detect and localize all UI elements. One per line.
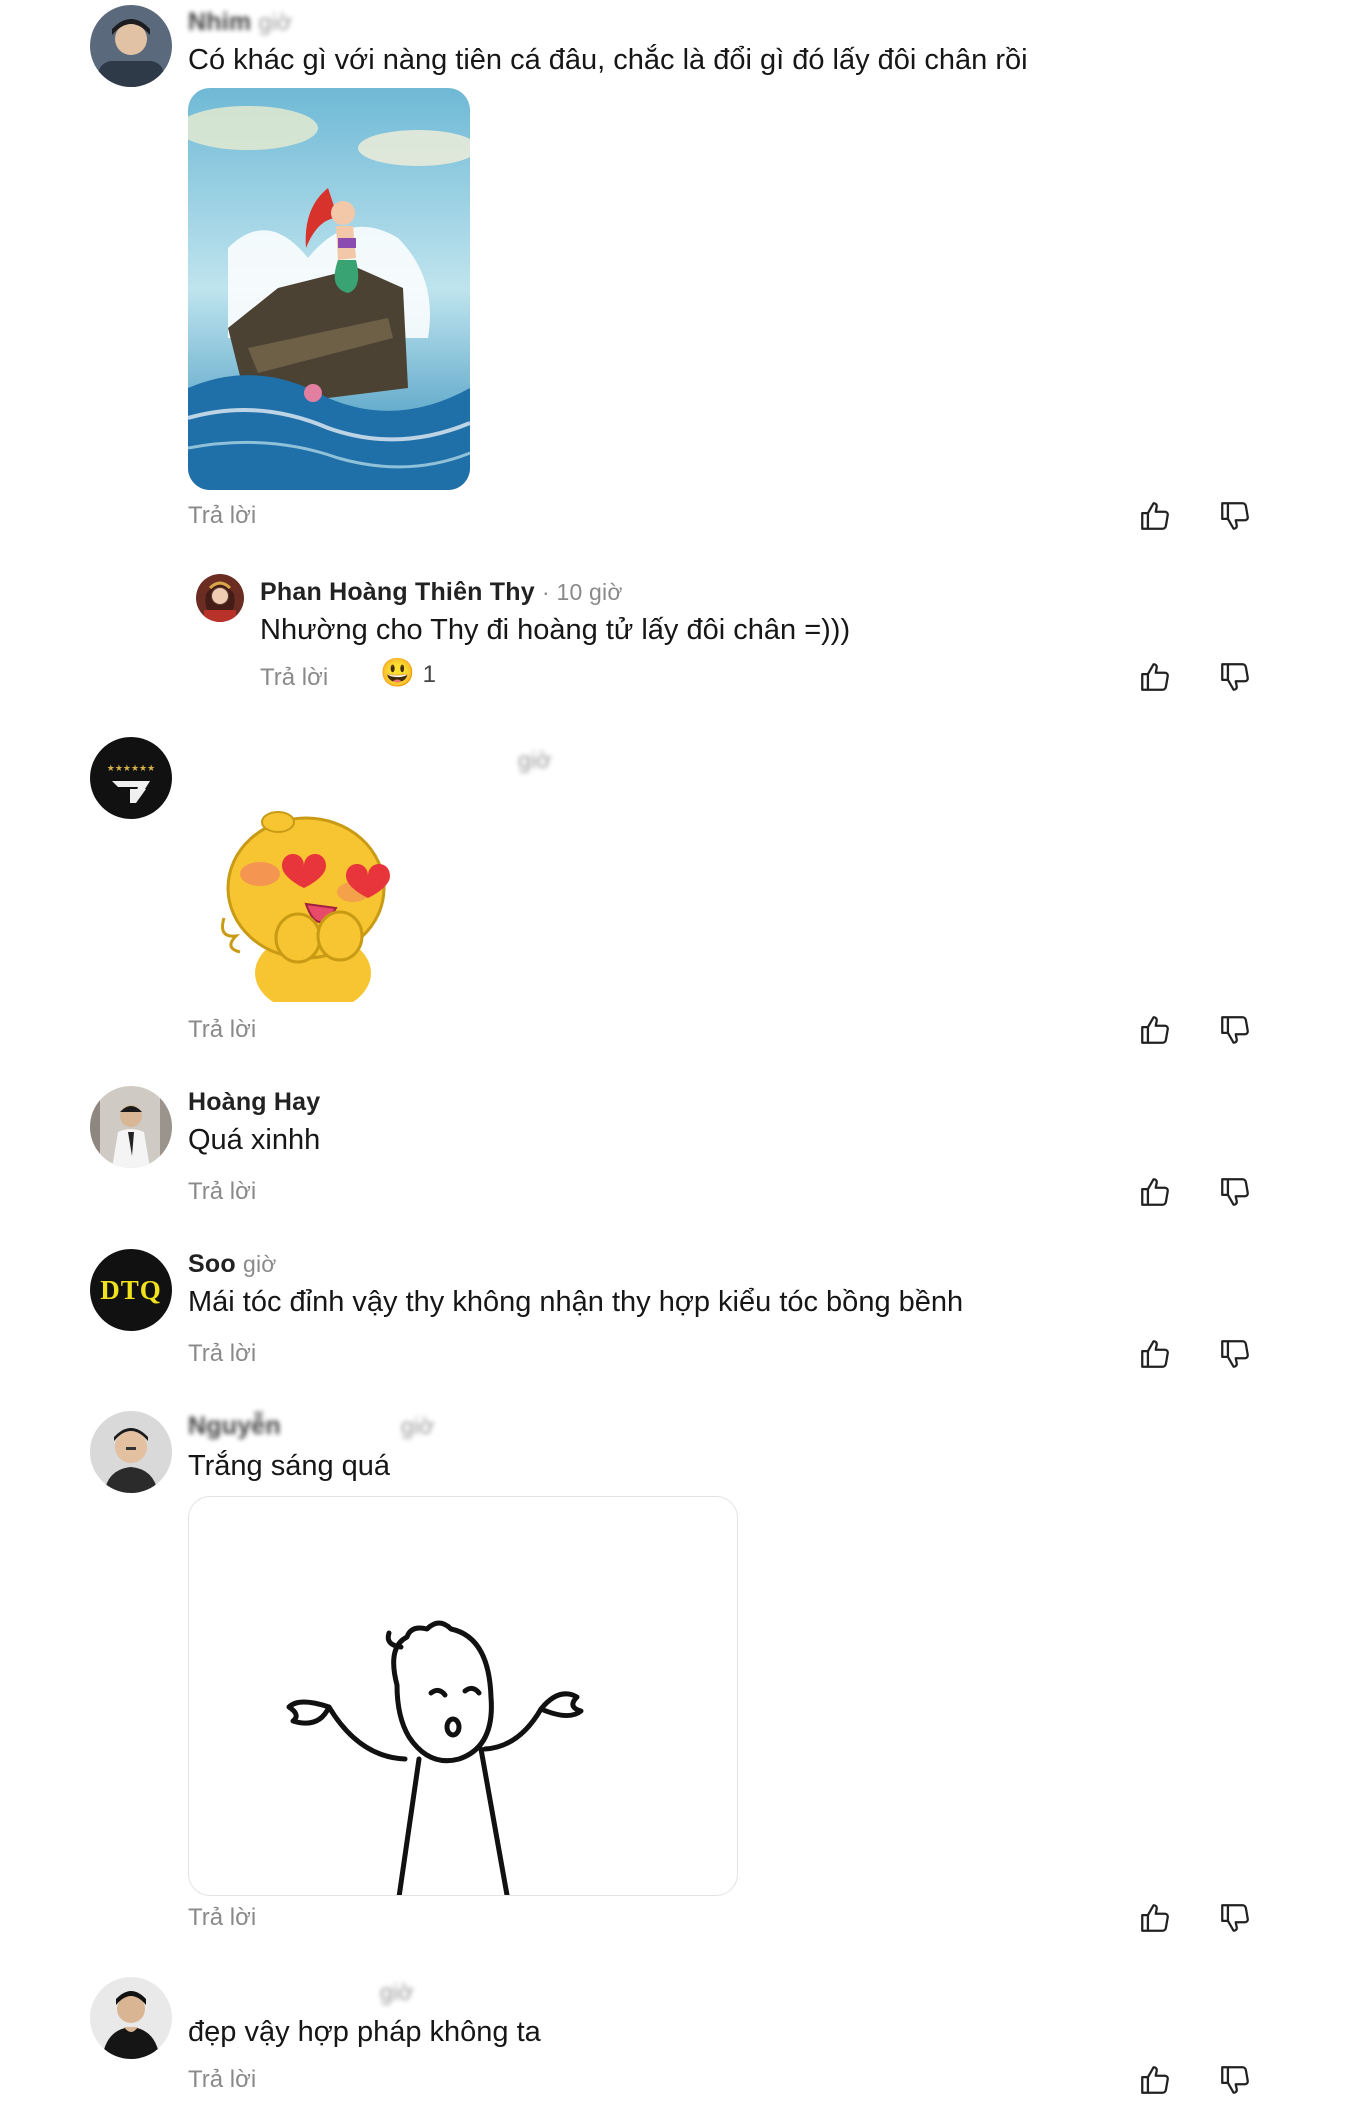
thumbs-up-icon[interactable] bbox=[1138, 1013, 1172, 1047]
comment-author[interactable]: Nhim giờ bbox=[188, 8, 292, 37]
reaction-count: 1 bbox=[422, 661, 437, 688]
comment-text: Có khác gì với nàng tiên cá đâu, chắc là… bbox=[188, 44, 1028, 76]
sticker[interactable] bbox=[188, 1496, 738, 1896]
comment-time: giờ bbox=[242, 1251, 277, 1277]
avatar[interactable]: ★★★★★★ bbox=[90, 737, 172, 819]
comment-author[interactable]: Hoàng Hay bbox=[188, 1088, 320, 1117]
avatar[interactable] bbox=[90, 5, 172, 87]
thumbs-down-icon[interactable] bbox=[1218, 660, 1252, 694]
thumbs-down-icon[interactable] bbox=[1218, 1337, 1252, 1371]
thumbs-down-icon[interactable] bbox=[1218, 1901, 1252, 1935]
reply-button[interactable]: Trả lời bbox=[188, 1016, 256, 1044]
reaction-emoji: 😃 bbox=[380, 657, 415, 688]
reply-button[interactable]: Trả lời bbox=[260, 664, 328, 692]
comment-time: giờ bbox=[258, 9, 293, 35]
comment-time: · 10 giờ bbox=[542, 579, 623, 605]
comment-text: đẹp vậy hợp pháp không ta bbox=[188, 2016, 541, 2048]
comment-author[interactable]: Phan Hoàng Thiên Thy · 10 giờ bbox=[260, 578, 623, 607]
comment-text: Quá xinhh bbox=[188, 1124, 321, 1156]
thumbs-down-icon[interactable] bbox=[1218, 499, 1252, 533]
thumbs-up-icon[interactable] bbox=[1138, 2063, 1172, 2097]
reply-button[interactable]: Trả lời bbox=[188, 1904, 256, 1932]
reply-button[interactable]: Trả lời bbox=[188, 1340, 256, 1368]
thumbs-up-icon[interactable] bbox=[1138, 660, 1172, 694]
sticker[interactable] bbox=[218, 808, 402, 1002]
avatar[interactable] bbox=[90, 1086, 172, 1168]
reply-button[interactable]: Trả lời bbox=[188, 502, 256, 530]
avatar[interactable] bbox=[90, 1977, 172, 2059]
comment-author[interactable]: Soo giờ bbox=[188, 1250, 277, 1279]
thumbs-down-icon[interactable] bbox=[1218, 1175, 1252, 1209]
thumbs-down-icon[interactable] bbox=[1218, 2063, 1252, 2097]
comment-text: Nhường cho Thy đi hoàng tử lấy đôi chân … bbox=[260, 614, 851, 646]
thumbs-up-icon[interactable] bbox=[1138, 1337, 1172, 1371]
reply-button[interactable]: Trả lời bbox=[188, 2066, 256, 2094]
reaction-badge[interactable]: 😃 1 bbox=[380, 656, 436, 689]
comment-text: Trắng sáng quá bbox=[188, 1450, 391, 1482]
comment-author[interactable]: Nguyễn giờ bbox=[188, 1412, 434, 1441]
comment-text: Mái tóc đỉnh vậy thy không nhận thy hợp … bbox=[188, 1286, 964, 1318]
thumbs-up-icon[interactable] bbox=[1138, 1175, 1172, 1209]
comment-time: giờ bbox=[400, 1413, 435, 1439]
comment-author[interactable]: giờ bbox=[200, 1978, 414, 2007]
avatar[interactable] bbox=[90, 1411, 172, 1493]
comment-time: giờ bbox=[518, 747, 552, 773]
reply-button[interactable]: Trả lời bbox=[188, 1178, 256, 1206]
comment-time: giờ bbox=[380, 1979, 414, 2005]
thumbs-up-icon[interactable] bbox=[1138, 1901, 1172, 1935]
comment-author[interactable]: giờ bbox=[188, 746, 552, 775]
svg-text:★★★★★★: ★★★★★★ bbox=[107, 764, 155, 774]
avatar[interactable]: DTQ bbox=[90, 1249, 172, 1331]
avatar-logo-text: DTQ bbox=[100, 1274, 162, 1305]
comment-image[interactable] bbox=[188, 88, 470, 490]
thumbs-up-icon[interactable] bbox=[1138, 499, 1172, 533]
thumbs-down-icon[interactable] bbox=[1218, 1013, 1252, 1047]
avatar[interactable] bbox=[196, 574, 244, 622]
